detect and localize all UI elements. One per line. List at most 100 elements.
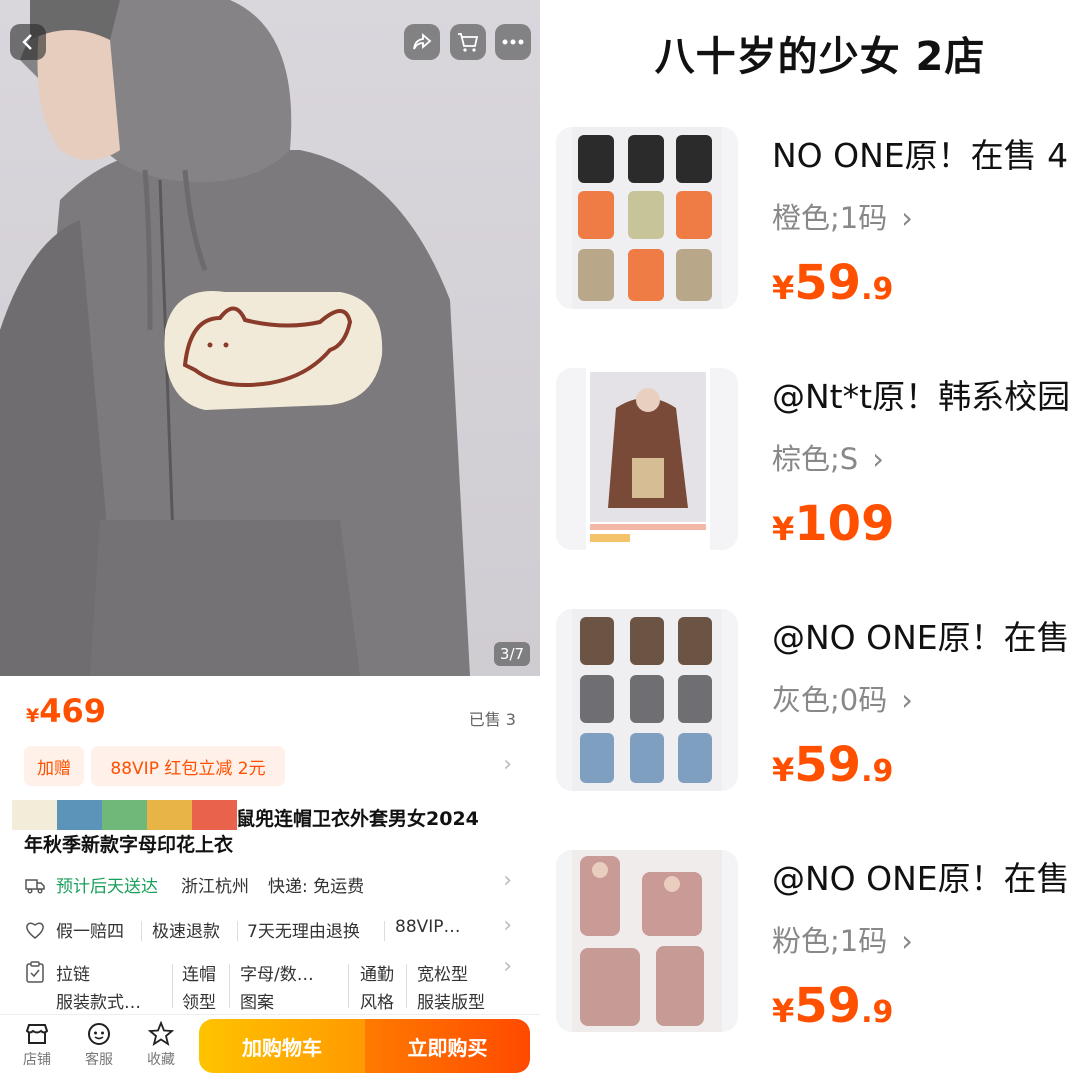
param-value: 字母/数… (240, 965, 314, 985)
product-thumbnail (556, 127, 738, 309)
service-nav-button[interactable]: 客服 (74, 1019, 124, 1075)
param-value: 连帽 (182, 965, 216, 985)
product-price: ¥59.9 (772, 737, 893, 793)
nav-label: 客服 (85, 1052, 113, 1068)
gift-tag: 加赠 (24, 746, 84, 786)
store-products-panel: 八十岁的少女 2店 NO ONE原！在售 4 橙色;1码 › ¥59.9 @Nt… (540, 0, 1080, 1080)
guarantee-item: 88VIP… (395, 917, 461, 937)
divider (229, 964, 230, 1008)
swatch (12, 800, 57, 830)
add-to-cart-button[interactable]: 加购物车 (199, 1019, 365, 1073)
chevron-right-icon: › (503, 954, 512, 979)
heart-icon (26, 922, 44, 939)
product-card[interactable]: @NO ONE原！在售 灰色;0码 › ¥59.9 (540, 609, 1080, 799)
shipping-fee: 快递: 免运费 (268, 877, 365, 897)
share-button[interactable] (404, 24, 440, 60)
product-thumbnail (556, 368, 738, 550)
currency-symbol: ¥ (772, 510, 795, 548)
nav-label: 收藏 (147, 1052, 175, 1068)
currency-symbol: ¥ (772, 751, 795, 789)
product-thumbnail (556, 850, 738, 1032)
product-price: ¥469 (26, 692, 106, 730)
color-swatch-strip (12, 800, 237, 830)
product-image-gallery[interactable]: 3/7 (0, 0, 540, 676)
swatch (102, 800, 147, 830)
thumbnail-image (572, 127, 722, 309)
price-value: 469 (39, 692, 107, 730)
bottom-action-bar: 店铺 客服 收藏 加购物车 立即购买 (0, 1014, 540, 1080)
clipboard-icon (26, 961, 44, 983)
title-line-2: 年秋季新款字母印花上衣 (24, 834, 234, 856)
divider (172, 964, 173, 1008)
param-label: 服装款式… (56, 993, 141, 1013)
chevron-right-icon: › (872, 442, 884, 476)
customer-service-icon (88, 1023, 110, 1045)
delivery-eta: 预计后天送达 (56, 877, 158, 897)
price-integer: 109 (794, 496, 895, 552)
price-row: ¥469 已售 3 (0, 690, 540, 740)
product-title: @NO ONE原！在售 (772, 618, 1070, 657)
variant-text: 橙色;1码 (772, 201, 888, 235)
product-card[interactable]: @Nt*t原！韩系校园 棕色;S › ¥109 (540, 368, 1080, 558)
promo-row[interactable]: 加赠 88VIP 红包立减 2元 › (0, 746, 540, 788)
param-value: 拉链 (56, 965, 90, 985)
divider (237, 921, 238, 941)
product-price: ¥59.9 (772, 255, 893, 311)
variant-text: 棕色;S (772, 442, 859, 476)
chevron-right-icon: › (901, 924, 913, 958)
product-price: ¥59.9 (772, 978, 893, 1034)
product-variant[interactable]: 橙色;1码 › (772, 195, 913, 237)
truck-icon (25, 879, 45, 894)
divider (406, 964, 407, 1008)
guarantee-item: 7天无理由退换 (247, 922, 360, 942)
guarantee-item: 假一赔四 (56, 922, 124, 942)
swatch (147, 800, 192, 830)
product-title: 鼠兜连帽卫衣外套男女2024 年秋季新款字母印花上衣 (0, 798, 540, 860)
price-integer: 59 (794, 255, 862, 311)
cart-icon (458, 33, 479, 52)
sold-count: 已售 3 (468, 710, 516, 729)
product-variant[interactable]: 棕色;S › (772, 436, 884, 478)
currency-symbol: ¥ (772, 992, 795, 1030)
divider (141, 921, 142, 941)
param-value: 通勤 (360, 965, 394, 985)
product-card[interactable]: NO ONE原！在售 4 橙色;1码 › ¥59.9 (540, 127, 1080, 317)
price-integer: 59 (794, 737, 862, 793)
product-title: @NO ONE原！在售 (772, 859, 1070, 898)
divider (384, 921, 385, 941)
chevron-right-icon: › (901, 683, 913, 717)
product-title: NO ONE原！在售 4 (772, 136, 1069, 175)
variant-text: 灰色;0码 (772, 683, 888, 717)
back-button[interactable] (10, 24, 46, 60)
cart-button[interactable] (450, 24, 486, 60)
chevron-left-icon (22, 34, 32, 50)
product-card[interactable]: @NO ONE原！在售 粉色;1码 › ¥59.9 (540, 850, 1080, 1040)
product-price: ¥109 (772, 496, 894, 552)
currency-symbol: ¥ (772, 269, 795, 307)
more-dots-icon (502, 39, 524, 45)
param-value: 宽松型 (417, 965, 468, 985)
favorite-nav-button[interactable]: 收藏 (136, 1019, 186, 1075)
param-label: 风格 (360, 993, 394, 1013)
more-button[interactable] (495, 24, 531, 60)
product-variant[interactable]: 粉色;1码 › (772, 918, 913, 960)
nav-label: 店铺 (23, 1052, 51, 1068)
param-label: 图案 (240, 993, 274, 1013)
thumbnail-image (586, 368, 710, 550)
store-nav-button[interactable]: 店铺 (12, 1019, 62, 1075)
swatch (192, 800, 237, 830)
delivery-row[interactable]: 预计后天送达 浙江杭州 快递: 免运费 › (0, 868, 540, 902)
currency-symbol: ¥ (26, 705, 40, 727)
star-icon (148, 1021, 174, 1046)
product-detail-panel: 3/7 ¥469 已售 3 加赠 88VIP 红包立减 2元 › 鼠兜连帽卫衣外… (0, 0, 540, 1080)
product-variant[interactable]: 灰色;0码 › (772, 677, 913, 719)
chevron-right-icon: › (901, 201, 913, 235)
guarantee-row[interactable]: 假一赔四 极速退款 7天无理由退换 88VIP… › (0, 913, 540, 947)
product-title: @Nt*t原！韩系校园 (772, 377, 1071, 416)
store-name: 八十岁的少女 2店 (654, 34, 986, 80)
ship-origin: 浙江杭州 (181, 877, 249, 897)
product-params[interactable]: 拉链 服装款式… 连帽 领型 字母/数… 图案 通勤 风格 宽松型 服装版型 › (0, 954, 540, 1014)
chevron-right-icon: › (503, 752, 512, 777)
buy-now-button[interactable]: 立即购买 (365, 1019, 530, 1073)
price-integer: 59 (794, 978, 862, 1034)
